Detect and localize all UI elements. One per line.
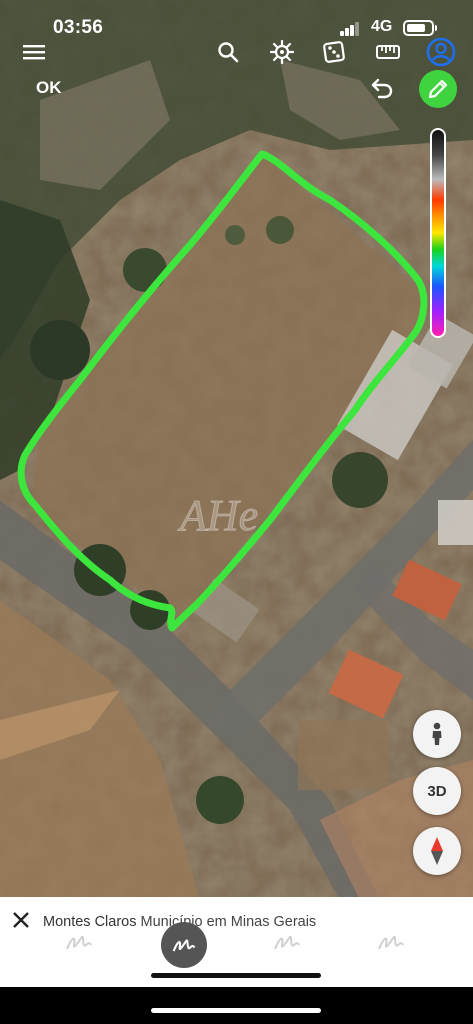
satellite-map[interactable]: AHe <box>0 0 473 900</box>
ruler-icon[interactable] <box>372 36 404 68</box>
pencil-button[interactable] <box>419 70 457 108</box>
scribble-icon <box>378 935 404 950</box>
3d-button[interactable]: 3D <box>413 767 461 815</box>
status-time: 03:56 <box>53 17 104 38</box>
draw-tool-button[interactable] <box>161 922 207 968</box>
compass-icon <box>431 837 443 865</box>
pencil-icon <box>428 79 448 99</box>
dice-icon[interactable] <box>318 36 350 68</box>
home-indicator-bottom[interactable] <box>151 1008 321 1013</box>
scribble-icon <box>172 939 196 952</box>
compass-button[interactable] <box>413 827 461 875</box>
pegman-button[interactable] <box>413 710 461 758</box>
color-picker-slider[interactable] <box>430 128 446 338</box>
account-icon[interactable] <box>425 36 457 68</box>
3d-label: 3D <box>427 782 447 800</box>
footer-bar <box>0 987 473 1024</box>
watermark: AHe <box>177 491 258 540</box>
close-icon[interactable] <box>10 909 32 931</box>
ships-wheel-icon[interactable] <box>266 36 298 68</box>
menu-icon[interactable] <box>18 36 50 68</box>
satellite-imagery: AHe <box>0 0 473 900</box>
place-name: Montes Claros <box>43 914 137 930</box>
search-icon[interactable] <box>212 36 244 68</box>
scribble-icon <box>66 935 92 950</box>
undo-icon[interactable] <box>366 72 398 104</box>
scribble-icon <box>274 935 300 950</box>
network-type: 4G <box>371 18 393 35</box>
ok-button[interactable]: OK <box>36 78 62 98</box>
battery-icon <box>403 20 437 36</box>
signal-icon <box>340 22 360 36</box>
home-indicator <box>151 973 321 978</box>
place-subtitle: Município em Minas Gerais <box>140 914 317 930</box>
place-panel: Montes Claros Município em Minas Gerais <box>0 897 473 987</box>
pegman-icon <box>432 722 442 745</box>
